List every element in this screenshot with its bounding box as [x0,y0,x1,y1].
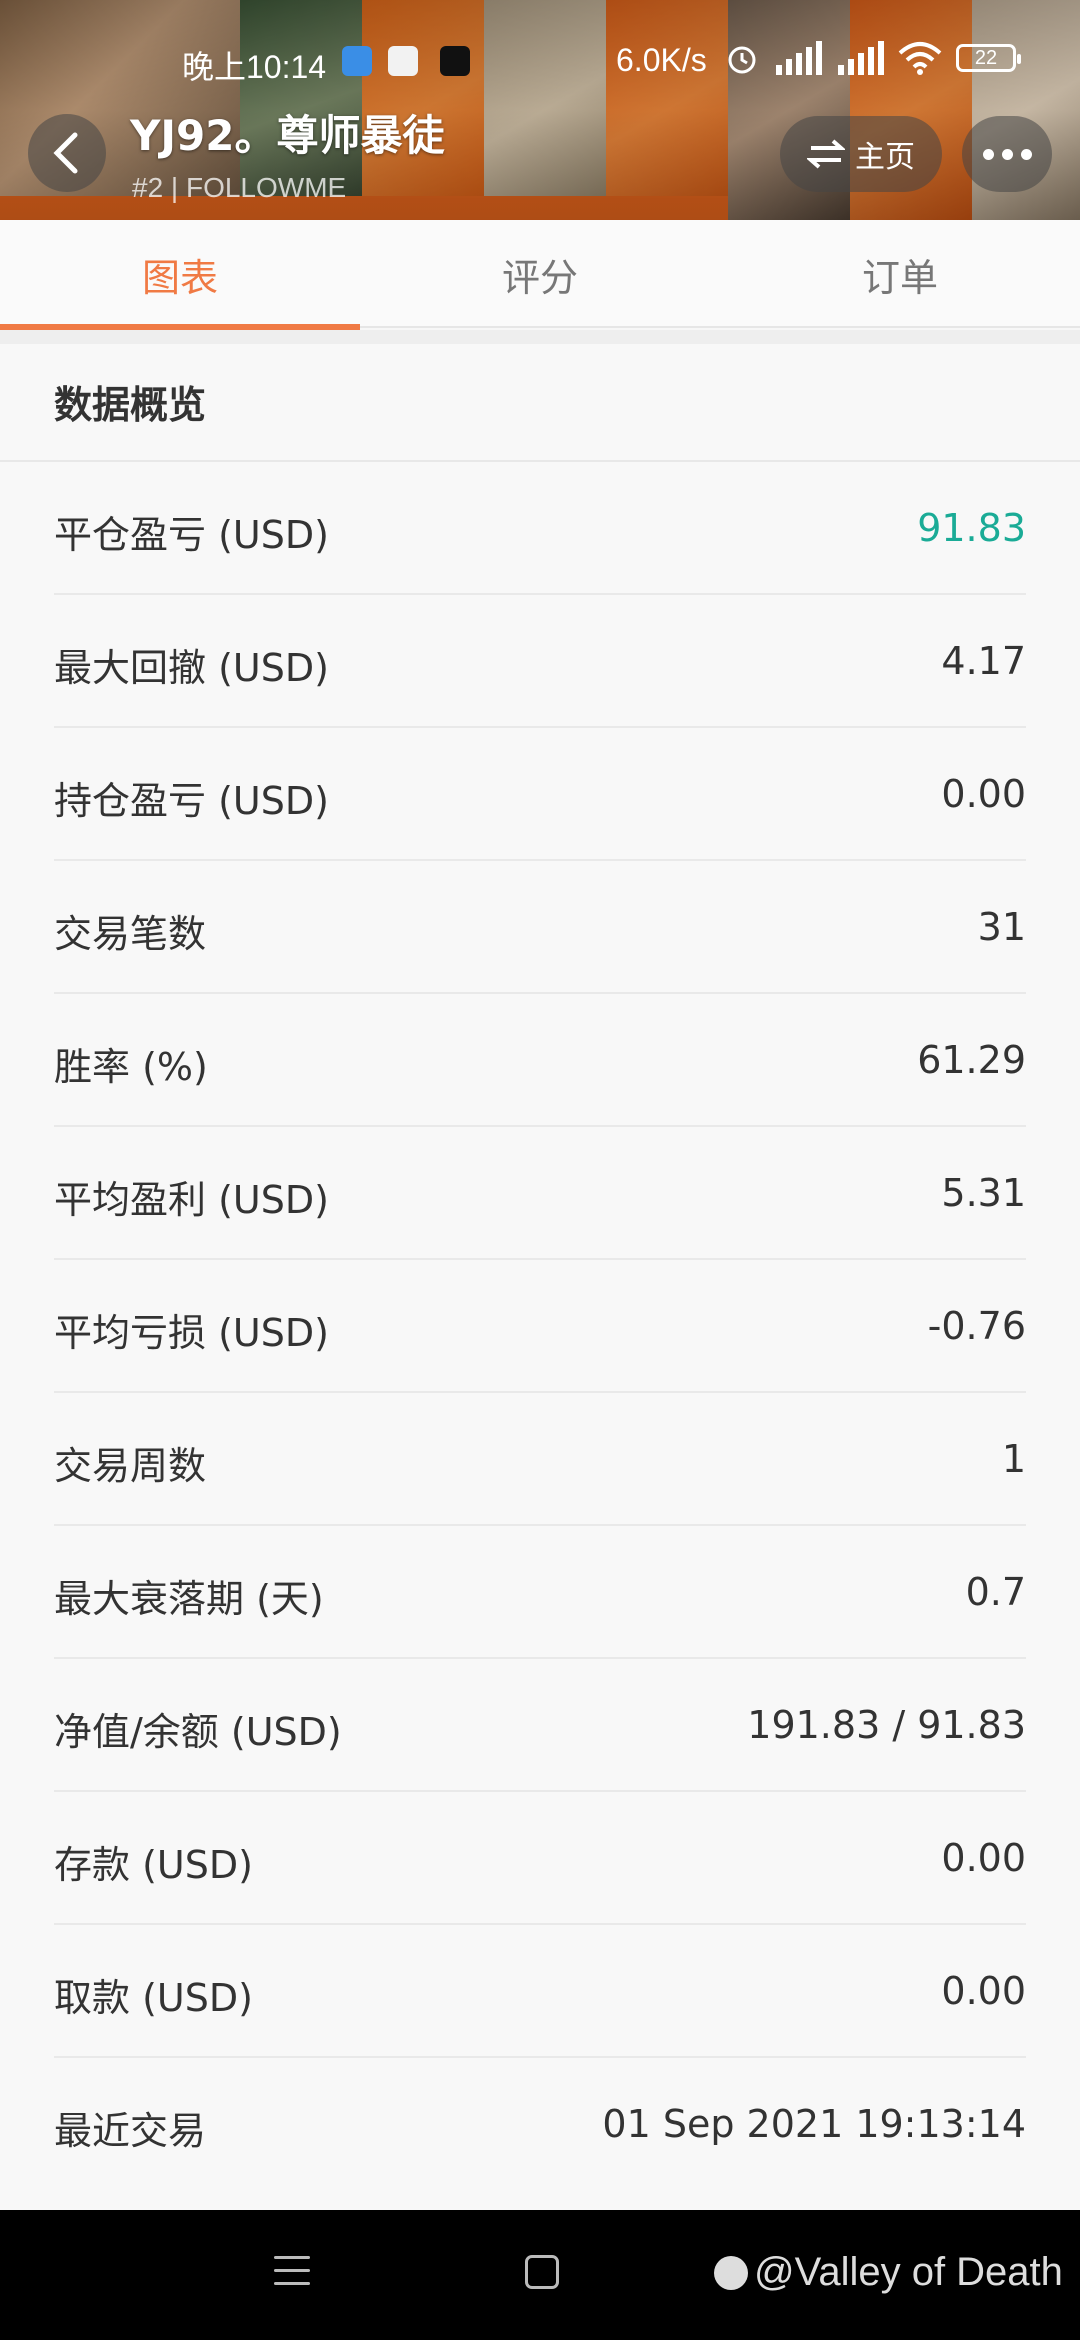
stat-label: 平均亏损 (USD) [54,1311,329,1355]
chevron-left-icon [53,132,78,174]
stat-row: 交易周数 1 [54,1393,1026,1526]
stat-value: 4.17 [941,639,1026,683]
home-button[interactable]: 主页 [780,116,942,192]
stat-value: 91.83 [917,506,1026,550]
stat-row: 胜率 (%) 61.29 [54,994,1026,1127]
stat-label: 持仓盈亏 (USD) [54,779,329,823]
network-speed: 6.0K/s [616,42,707,78]
stat-value: 5.31 [941,1171,1026,1215]
stat-row: 平仓盈亏 (USD) 91.83 [54,462,1026,595]
stat-label: 净值/余额 (USD) [54,1710,342,1754]
stat-row: 最近交易 01 Sep 2021 19:13:14 [54,2058,1026,2191]
stat-value: 01 Sep 2021 19:13:14 [602,2102,1026,2146]
stat-value: 191.83 / 91.83 [747,1703,1026,1747]
signal-icon-2 [838,41,884,75]
stat-value: 31 [977,905,1026,949]
stat-row: 存款 (USD) 0.00 [54,1792,1026,1925]
watermark-text: @Valley of Death [754,2250,1063,2294]
recent-apps-button[interactable] [274,2256,310,2286]
section-divider [0,330,1080,344]
weibo-logo-icon [714,2255,748,2290]
tiktok-icon [440,46,470,76]
stat-value: 0.00 [941,772,1026,816]
alarm-icon [728,46,756,74]
stat-value: 0.7 [965,1570,1026,1614]
stat-row: 最大回撤 (USD) 4.17 [54,595,1026,728]
tab-chart[interactable]: 图表 [0,220,360,330]
section-title: 数据概览 [54,383,207,427]
stat-label: 平仓盈亏 (USD) [54,513,329,557]
stat-value: 1 [1001,1437,1026,1481]
tab-orders[interactable]: 订单 [720,220,1080,328]
stat-value: -0.76 [927,1304,1026,1348]
tab-bar: 图表 评分 订单 [0,220,1080,330]
more-options-button[interactable] [962,116,1052,192]
stat-value: 0.00 [941,1836,1026,1880]
trader-name: YJ92。尊师暴徒 [130,111,445,160]
stat-label: 取款 (USD) [54,1976,253,2020]
stat-label: 交易周数 [54,1444,207,1488]
stat-value: 61.29 [917,1038,1026,1082]
status-bar: 晚上10:14 6.0K/s 22 [0,36,1080,88]
stat-label: 存款 (USD) [54,1843,253,1887]
more-dot [1020,148,1032,160]
stat-label: 最大回撤 (USD) [54,646,329,690]
stat-row: 净值/余额 (USD) 191.83 / 91.83 [54,1659,1026,1792]
stat-label: 最大衰落期 (天) [54,1577,324,1621]
battery-icon: 22 [956,44,1021,72]
stat-row: 平均亏损 (USD) -0.76 [54,1260,1026,1393]
stat-row: 最大衰落期 (天) 0.7 [54,1526,1026,1659]
more-dots-icon [982,148,994,160]
status-time: 晚上10:14 [182,49,327,85]
stat-value: 0.00 [941,1969,1026,2013]
back-button[interactable] [28,114,106,192]
data-overview-card: 数据概览 平仓盈亏 (USD) 91.83 最大回撤 (USD) 4.17 持仓盈亏 (… [0,344,1080,2210]
stats-list: 平仓盈亏 (USD) 91.83 最大回撤 (USD) 4.17 持仓盈亏 (USD) 0… [0,462,1080,2191]
watermark: @Valley of Death [714,2250,1063,2295]
more-dot [1001,148,1013,160]
system-nav-bar: @Valley of Death [0,2210,1080,2340]
stat-row: 交易笔数 31 [54,861,1026,994]
trader-detail-page: 晚上10:14 6.0K/s 22 YJ92。尊师暴徒 #2 | FOLLOWM… [0,0,1080,2340]
stat-label: 胜率 (%) [54,1045,208,1089]
home-button-label: 主页 [855,140,915,175]
stat-label: 平均盈利 (USD) [54,1178,329,1222]
signal-icon [776,41,822,75]
stat-row: 平均盈利 (USD) 5.31 [54,1127,1026,1260]
wifi-icon [898,42,942,75]
app-notification-icon [388,46,418,76]
tab-rating[interactable]: 评分 [360,220,720,328]
switch-icon [807,139,845,169]
stat-row: 取款 (USD) 0.00 [54,1925,1026,2058]
home-nav-button[interactable] [525,2255,559,2289]
stat-row: 持仓盈亏 (USD) 0.00 [54,728,1026,861]
mail-app-icon [342,46,372,76]
stat-label: 交易笔数 [54,912,207,956]
stat-label: 最近交易 [54,2109,207,2153]
trader-rank: #2 | FOLLOWME [132,172,347,203]
